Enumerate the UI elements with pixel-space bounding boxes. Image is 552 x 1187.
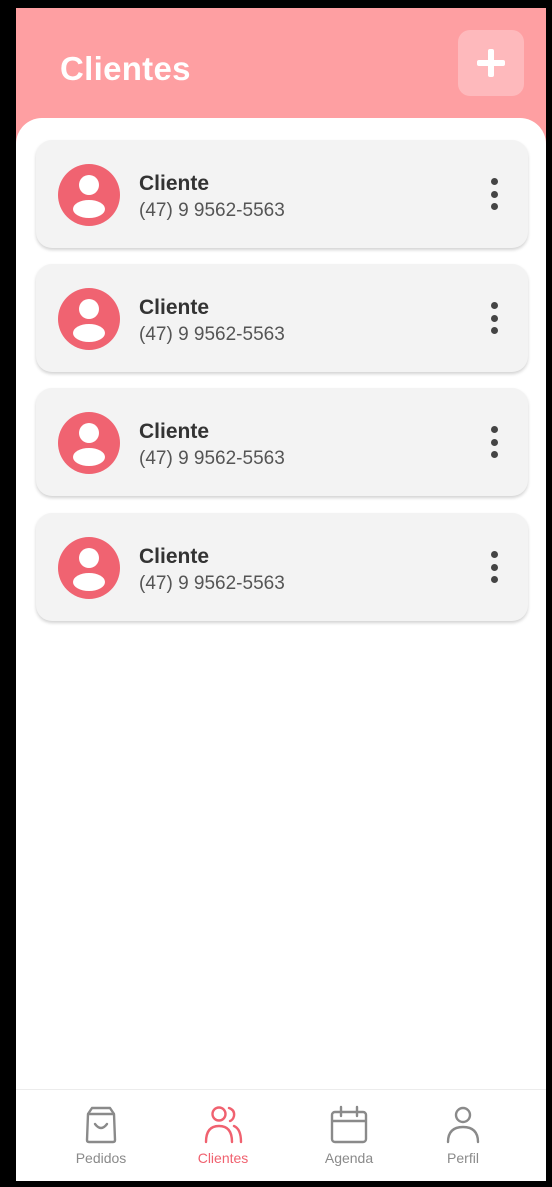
client-card[interactable]: Cliente (47) 9 9562-5563 bbox=[36, 513, 528, 621]
nav-item-pedidos[interactable]: Pedidos bbox=[46, 1104, 156, 1172]
app-screen: Clientes Cliente (47) 9 9562-5563 Client… bbox=[0, 0, 552, 1187]
client-phone: (47) 9 9562-5563 bbox=[139, 200, 285, 221]
plus-icon bbox=[477, 49, 505, 77]
nav-item-clientes[interactable]: Clientes bbox=[168, 1104, 278, 1172]
nav-item-perfil[interactable]: Perfil bbox=[408, 1104, 518, 1172]
more-vertical-icon bbox=[490, 178, 498, 185]
user-icon bbox=[446, 1106, 480, 1144]
nav-item-agenda[interactable]: Agenda bbox=[294, 1104, 404, 1172]
user-avatar-icon bbox=[73, 175, 105, 218]
user-avatar-icon bbox=[73, 299, 105, 342]
avatar bbox=[58, 537, 120, 599]
shopping-bag-icon bbox=[85, 1106, 117, 1144]
more-options-button[interactable] bbox=[482, 298, 506, 338]
client-card[interactable]: Cliente (47) 9 9562-5563 bbox=[36, 264, 528, 372]
client-name: Cliente bbox=[139, 545, 210, 568]
nav-label: Perfil bbox=[447, 1150, 479, 1166]
more-options-button[interactable] bbox=[482, 174, 506, 214]
client-list: Cliente (47) 9 9562-5563 Cliente (47) 9 … bbox=[16, 118, 546, 1098]
client-phone: (47) 9 9562-5563 bbox=[139, 448, 285, 469]
nav-label: Pedidos bbox=[75, 1150, 127, 1166]
more-options-button[interactable] bbox=[482, 547, 506, 587]
client-card[interactable]: Cliente (47) 9 9562-5563 bbox=[36, 388, 528, 496]
avatar bbox=[58, 288, 120, 350]
page-title: Clientes bbox=[60, 50, 191, 87]
users-icon bbox=[204, 1106, 243, 1144]
avatar bbox=[58, 412, 120, 474]
avatar bbox=[58, 164, 120, 226]
client-phone: (47) 9 9562-5563 bbox=[139, 324, 285, 345]
nav-label: Agenda bbox=[324, 1150, 374, 1166]
client-card[interactable]: Cliente (47) 9 9562-5563 bbox=[36, 140, 528, 248]
more-vertical-icon bbox=[490, 551, 498, 558]
client-name: Cliente bbox=[139, 420, 210, 443]
more-vertical-icon bbox=[490, 426, 498, 433]
more-options-button[interactable] bbox=[482, 422, 506, 462]
calendar-icon bbox=[330, 1105, 368, 1144]
client-name: Cliente bbox=[139, 296, 210, 319]
user-avatar-icon bbox=[73, 548, 105, 591]
bottom-nav: Pedidos Clientes Agenda Perfil bbox=[16, 1089, 546, 1181]
add-client-button[interactable] bbox=[458, 30, 524, 96]
more-vertical-icon bbox=[490, 302, 498, 309]
nav-label: Clientes bbox=[197, 1150, 249, 1166]
client-name: Cliente bbox=[139, 172, 210, 195]
user-avatar-icon bbox=[73, 423, 105, 466]
client-phone: (47) 9 9562-5563 bbox=[139, 573, 285, 594]
